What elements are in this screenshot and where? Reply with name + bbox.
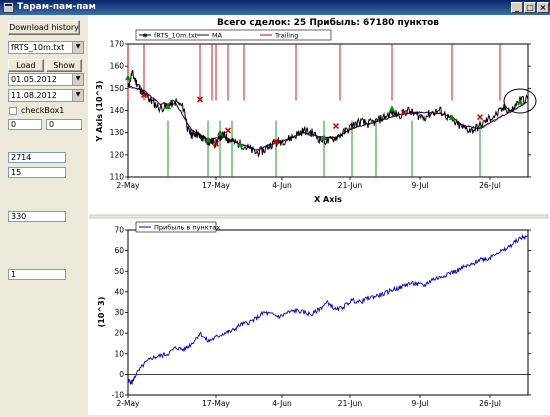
title-bar: Тарам-пам-пам _ □ × <box>0 0 550 15</box>
top-chart-ylabel: Y Axis (10^3) <box>95 81 104 143</box>
date-from-picker[interactable]: 01.05.2012 ▼ <box>8 73 84 86</box>
bottom-chart-xtick-label: 17-May <box>202 399 230 408</box>
bottom-chart-ylabel: (10^3) <box>97 297 106 328</box>
field-b[interactable]: 0 <box>46 119 82 130</box>
field-d[interactable]: 15 <box>8 167 66 178</box>
bottom-chart-ytick-label: 50 <box>114 267 124 276</box>
svg-text:✱: ✱ <box>142 33 147 40</box>
app-icon <box>3 2 14 13</box>
field-c[interactable]: 2714 <box>8 152 66 163</box>
date-to-picker[interactable]: 11.08.2012 ▼ <box>8 89 84 102</box>
date-to-value: 11.08.2012 <box>11 91 57 100</box>
file-combo-value: fRTS_10m.txt <box>11 43 65 52</box>
top-chart-xtick-label: 26-Jul <box>479 181 501 190</box>
bottom-chart-xtick-label: 21-Jun <box>338 399 363 408</box>
top-chart-title: Всего сделок: 25 Прибыль: 67180 пунктов <box>217 17 439 28</box>
bottom-chart-ytick-label: 70 <box>114 226 124 235</box>
bottom-chart-xtick-label: 9-Jul <box>412 399 429 408</box>
top-chart-ytick-label: 150 <box>110 84 125 93</box>
show-button[interactable]: Show <box>46 59 82 72</box>
chevron-down-icon[interactable]: ▼ <box>72 42 83 53</box>
legend-label-trailing: Trailing <box>274 32 298 40</box>
field-f[interactable]: 1 <box>8 269 66 280</box>
field-e[interactable]: 330 <box>8 211 66 222</box>
top-chart-ytick-label: 160 <box>110 62 125 71</box>
file-combo[interactable]: fRTS_10m.txt ▼ <box>8 41 84 54</box>
bottom-chart-ytick-label: 40 <box>114 287 124 296</box>
top-chart-plot-area <box>127 43 529 178</box>
chevron-down-icon[interactable]: ▼ <box>72 90 83 101</box>
download-history-button[interactable]: Download history <box>8 20 80 35</box>
top-chart-xtick-label: 2-May <box>117 181 141 190</box>
top-chart-ytick-label: 140 <box>110 106 125 115</box>
field-a[interactable]: 0 <box>8 119 42 130</box>
close-button[interactable]: × <box>537 2 549 13</box>
top-chart-xtick-label: 9-Jul <box>412 181 429 190</box>
bottom-chart-ytick-label: 60 <box>114 246 124 255</box>
top-chart-ytick-label: 120 <box>110 150 125 159</box>
charts-svg: Всего сделок: 25 Прибыль: 67180 пунктов … <box>89 17 549 408</box>
bottom-chart-ytick-label: 0 <box>119 370 124 379</box>
maximize-button[interactable]: □ <box>524 2 536 13</box>
bottom-chart-xtick-label: 26-Jul <box>479 399 501 408</box>
bottom-chart-xtick-label: 2-May <box>117 399 141 408</box>
top-chart-ytick-label: 130 <box>110 128 125 137</box>
minimize-button[interactable]: _ <box>511 2 523 13</box>
window-title: Тарам-пам-пам <box>17 2 96 12</box>
legend-label-price: fRTS_10m.txt <box>154 32 198 40</box>
top-chart-xtick-label: 4-Jun <box>272 181 292 190</box>
chart-panel: Всего сделок: 25 Прибыль: 67180 пунктов … <box>88 15 550 415</box>
top-chart-xtick-label: 21-Jun <box>338 181 363 190</box>
legend-label-ma: MA <box>212 32 223 40</box>
checkbox-label: checkBox1 <box>21 106 65 115</box>
bottom-chart-xtick-label: 4-Jun <box>272 399 292 408</box>
chevron-down-icon[interactable]: ▼ <box>72 74 83 85</box>
bottom-chart-plot-area <box>127 229 529 396</box>
legend-label-profit: Прибыль в пунктах <box>154 224 220 232</box>
top-chart-ytick-label: 170 <box>110 40 125 49</box>
top-chart-xtick-label: 17-May <box>202 181 230 190</box>
bottom-chart-ytick-label: 30 <box>114 308 124 317</box>
splitter[interactable] <box>89 214 549 219</box>
bottom-chart-ytick-label: 20 <box>114 329 124 338</box>
date-from-value: 01.05.2012 <box>11 75 57 84</box>
load-button[interactable]: Load <box>8 59 44 72</box>
checkbox[interactable] <box>9 107 17 115</box>
top-chart-xlabel: X Axis <box>314 195 342 204</box>
control-panel: Download history fRTS_10m.txt ▼ Load Sho… <box>0 15 88 415</box>
bottom-chart-ytick-label: 10 <box>114 349 124 358</box>
